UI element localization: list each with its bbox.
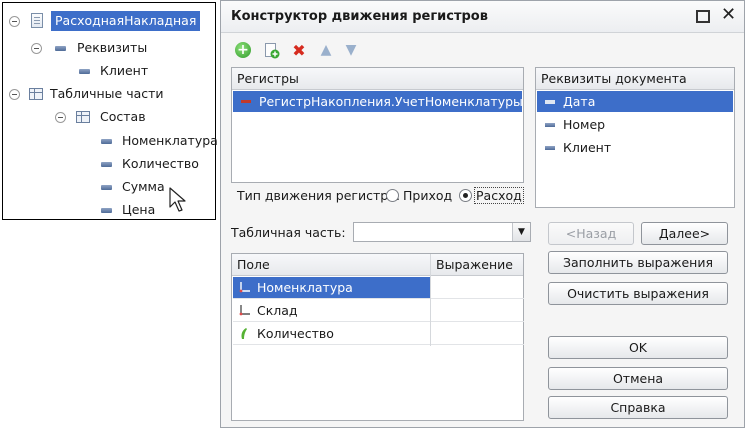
radio-expense-label[interactable]: Расход xyxy=(474,187,524,204)
mouse-cursor-icon xyxy=(169,187,186,212)
title-bar[interactable]: Конструктор движения регистров ✕ xyxy=(221,1,744,33)
doc-attr-row[interactable]: Клиент xyxy=(545,137,611,158)
chevron-down-icon[interactable]: ▼ xyxy=(512,223,530,241)
grid-field-quantity: Количество xyxy=(257,326,334,341)
tree-item-nomenclature[interactable]: Номенклатура xyxy=(122,131,218,151)
attribute-icon xyxy=(545,145,555,150)
metadata-tree: РасходнаяНакладная Реквизиты Клиент Табл… xyxy=(2,2,218,220)
collapse-composition-icon[interactable] xyxy=(55,112,66,123)
delete-icon[interactable]: ✖ xyxy=(290,41,308,60)
resource-icon xyxy=(240,323,248,345)
collapse-root-icon[interactable] xyxy=(9,16,20,27)
document-attributes-list[interactable]: Реквизиты документа Дата Номер Клиент xyxy=(535,67,735,208)
tree-item-quantity[interactable]: Количество xyxy=(122,154,199,174)
column-header-expression[interactable]: Выражение xyxy=(430,254,523,276)
doc-attr-row-selected[interactable]: Дата xyxy=(537,91,733,112)
move-up-icon[interactable]: ▲ xyxy=(317,41,335,59)
doc-attr-date: Дата xyxy=(563,94,596,109)
register-movement-designer-dialog: Конструктор движения регистров ✕ + ✖ ▲ ▼… xyxy=(220,0,745,428)
tree-item-tabular-parts[interactable]: Табличные части xyxy=(50,84,164,104)
radio-income[interactable] xyxy=(386,189,399,202)
tabular-part-select[interactable]: ▼ xyxy=(353,222,531,242)
register-row-selected[interactable]: РегистрНакопления.УчетНоменклатуры xyxy=(233,91,523,112)
tree-item-attributes[interactable]: Реквизиты xyxy=(77,38,147,58)
maximize-icon[interactable] xyxy=(696,10,710,23)
tabular-part-label: Табличная часть: xyxy=(231,225,346,240)
add-icon[interactable]: + xyxy=(235,42,251,58)
tree-item-client[interactable]: Клиент xyxy=(100,61,148,81)
attribute-icon xyxy=(101,162,112,167)
registers-list[interactable]: Регистры РегистрНакопления.УчетНоменклат… xyxy=(231,67,524,183)
fill-expressions-button[interactable]: Заполнить выражения xyxy=(548,251,728,274)
table-row[interactable]: Номенклатура xyxy=(233,277,524,299)
table-row[interactable]: Склад xyxy=(233,300,524,322)
tree-item-sum[interactable]: Сумма xyxy=(122,177,165,197)
tree-item-composition[interactable]: Состав xyxy=(100,107,146,127)
grid-field-warehouse: Склад xyxy=(257,303,298,318)
cancel-button[interactable]: Отмена xyxy=(548,367,728,390)
radio-expense[interactable] xyxy=(459,189,472,202)
move-down-icon[interactable]: ▼ xyxy=(342,41,360,59)
column-header-field[interactable]: Поле xyxy=(232,254,430,276)
table-icon xyxy=(29,88,43,100)
table-row[interactable]: Количество xyxy=(233,323,524,345)
movement-type-label: Тип движения регистра: xyxy=(237,188,401,203)
attribute-icon xyxy=(101,139,112,144)
table-icon xyxy=(76,111,90,123)
document-icon xyxy=(31,13,43,28)
attribute-icon xyxy=(101,185,112,190)
collapse-tabular-parts-icon[interactable] xyxy=(9,89,20,100)
attribute-icon xyxy=(79,69,90,74)
registers-header: Регистры xyxy=(232,68,523,90)
document-attributes-header: Реквизиты документа xyxy=(536,68,734,90)
grid-field-nomenclature: Номенклатура xyxy=(257,280,353,295)
close-icon[interactable]: ✕ xyxy=(721,6,737,24)
attribute-icon xyxy=(101,208,112,213)
column-divider xyxy=(430,254,431,346)
back-button[interactable]: <Назад xyxy=(548,222,634,245)
help-button[interactable]: Справка xyxy=(548,396,728,419)
radio-income-label[interactable]: Приход xyxy=(403,188,452,203)
attribute-icon xyxy=(545,122,555,127)
collapse-attributes-icon[interactable] xyxy=(31,43,42,54)
dimension-icon xyxy=(239,277,251,299)
doc-attr-client: Клиент xyxy=(563,140,612,155)
doc-attr-row[interactable]: Номер xyxy=(545,114,605,135)
register-icon xyxy=(241,100,251,103)
attribute-icon xyxy=(545,99,555,104)
dialog-title: Конструктор движения регистров xyxy=(231,9,488,24)
ok-button[interactable]: OK xyxy=(548,336,728,359)
register-name: РегистрНакопления.УчетНоменклатуры xyxy=(259,94,523,109)
tree-root-document[interactable]: РасходнаяНакладная xyxy=(51,11,201,31)
doc-attr-number: Номер xyxy=(563,117,606,132)
tree-item-price[interactable]: Цена xyxy=(122,200,155,220)
attribute-group-icon xyxy=(55,46,66,51)
next-button[interactable]: Далее> xyxy=(641,222,728,245)
add-copy-icon[interactable] xyxy=(263,41,281,59)
dimension-icon xyxy=(239,300,251,322)
clear-expressions-button[interactable]: Очистить выражения xyxy=(548,282,728,305)
fields-grid[interactable]: Поле Выражение Номенклатура Склад Количе… xyxy=(231,253,524,421)
